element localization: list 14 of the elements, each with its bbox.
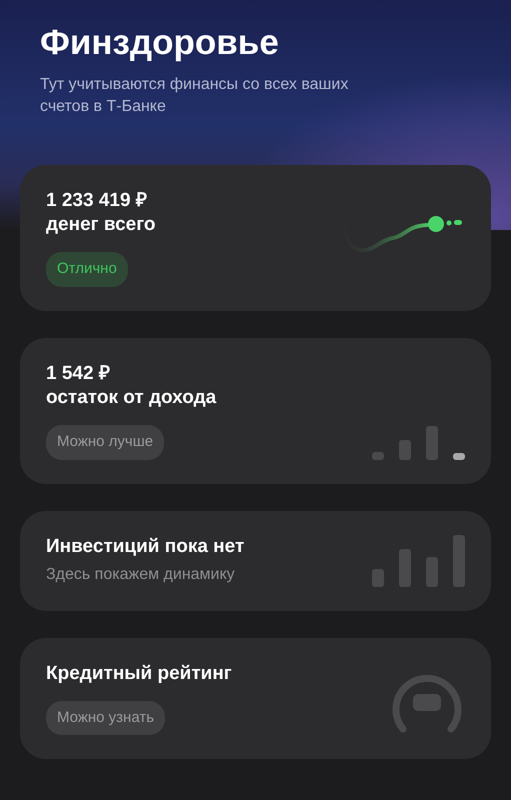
- card-title: остаток от дохода: [46, 386, 216, 410]
- bar-chart-icon: [372, 535, 465, 588]
- page-title: Финздоровье: [40, 22, 280, 64]
- card-title: денег всего: [46, 213, 156, 238]
- status-badge: Можно узнать: [46, 700, 166, 736]
- status-badge: Отлично: [46, 252, 128, 287]
- card-subtitle: Здесь покажем динамику: [46, 565, 235, 586]
- amount-text: 1 233 419 ₽: [46, 188, 147, 213]
- amount-text: 1 542 ₽: [46, 362, 110, 386]
- page-subtitle: Тут учитываются финансы со всех ваших счетов в Т-Банке: [40, 75, 350, 118]
- status-badge: Можно лучше: [46, 425, 164, 460]
- card-title: Инвестиций пока нет: [46, 534, 244, 559]
- bar-chart-icon: [372, 426, 465, 460]
- card-title: Кредитный рейтинг: [46, 662, 232, 686]
